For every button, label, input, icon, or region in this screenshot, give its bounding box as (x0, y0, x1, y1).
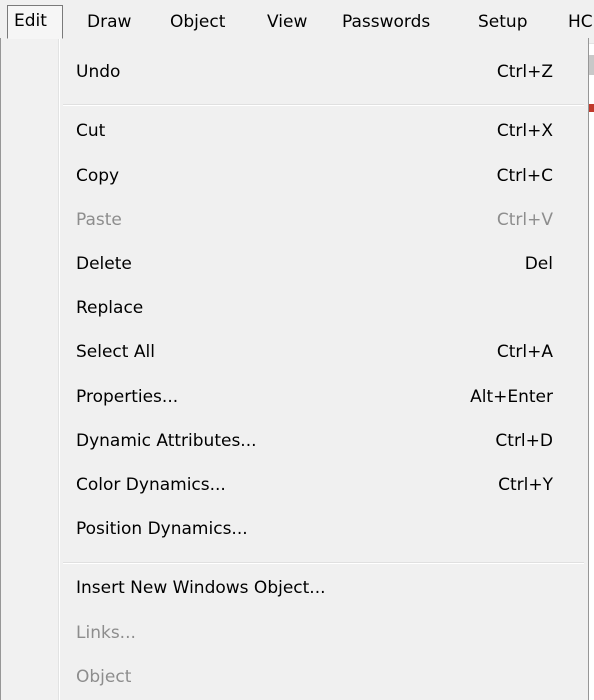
menu-item-label: Delete (76, 254, 132, 274)
menu-item-shortcut: Ctrl+V (496, 210, 553, 230)
menu-item-shortcut: Ctrl+C (496, 166, 553, 186)
menu-item-copy[interactable]: Copy Ctrl+C (63, 156, 583, 196)
menu-item-label: Links... (76, 623, 136, 643)
menu-item-label: Select All (76, 342, 155, 362)
menu-item-cut[interactable]: Cut Ctrl+X (63, 111, 583, 151)
menu-item-shortcut: Alt+Enter (470, 387, 553, 407)
menu-edit[interactable]: Edit (7, 5, 63, 39)
menu-separator (63, 562, 584, 564)
menu-item-label: Insert New Windows Object... (76, 578, 326, 598)
menu-item-label: Undo (76, 62, 121, 82)
menu-hc[interactable]: HC (562, 5, 594, 39)
menu-item-label: Paste (76, 210, 122, 230)
menu-item-label: Copy (76, 166, 120, 186)
menu-item-links[interactable]: Links... (63, 613, 583, 653)
menu-item-shortcut: Ctrl+X (496, 121, 553, 141)
menu-item-position-dynamics[interactable]: Position Dynamics... (63, 509, 583, 549)
menu-separator (63, 104, 584, 106)
background-window-edge-accent (589, 104, 594, 112)
edit-menu-dropdown: Undo Ctrl+Z Cut Ctrl+X Copy Ctrl+C Paste… (0, 38, 589, 700)
menu-setup[interactable]: Setup (472, 5, 533, 39)
menu-item-shortcut: Del (524, 254, 553, 274)
menu-item-replace[interactable]: Replace (63, 288, 583, 328)
screen: Edit Draw Object View Passwords Setup HC… (0, 0, 594, 700)
menu-object[interactable]: Object (164, 5, 231, 39)
menu-item-properties[interactable]: Properties... Alt+Enter (63, 377, 583, 417)
menu-item-label: Properties... (76, 387, 179, 407)
background-window-edge (589, 55, 594, 75)
icon-gutter (1, 38, 59, 700)
menu-item-insert-new-windows-object[interactable]: Insert New Windows Object... (63, 568, 583, 608)
menu-item-shortcut: Ctrl+D (495, 431, 553, 451)
menu-item-shortcut: Ctrl+Z (496, 62, 553, 82)
menu-item-shortcut: Ctrl+A (496, 342, 553, 362)
menu-item-undo[interactable]: Undo Ctrl+Z (63, 52, 583, 92)
menu-item-label: Color Dynamics... (76, 475, 226, 495)
menu-draw[interactable]: Draw (81, 5, 137, 39)
menu-item-shortcut: Ctrl+Y (498, 475, 553, 495)
menu-item-label: Replace (76, 298, 144, 318)
menu-item-select-all[interactable]: Select All Ctrl+A (63, 332, 583, 372)
menu-item-label: Cut (76, 121, 106, 141)
menu-item-label: Dynamic Attributes... (76, 431, 257, 451)
menu-passwords[interactable]: Passwords (336, 5, 436, 39)
menu-item-label: Position Dynamics... (76, 519, 248, 539)
menu-item-paste[interactable]: Paste Ctrl+V (63, 200, 583, 240)
menu-item-delete[interactable]: Delete Del (63, 244, 583, 284)
menu-item-color-dynamics[interactable]: Color Dynamics... Ctrl+Y (63, 465, 583, 505)
gutter-divider (59, 38, 60, 700)
menu-item-label: Object (76, 667, 132, 687)
menu-item-dynamic-attributes[interactable]: Dynamic Attributes... Ctrl+D (63, 421, 583, 461)
menu-item-object[interactable]: Object (63, 657, 583, 697)
menu-view[interactable]: View (261, 5, 313, 39)
